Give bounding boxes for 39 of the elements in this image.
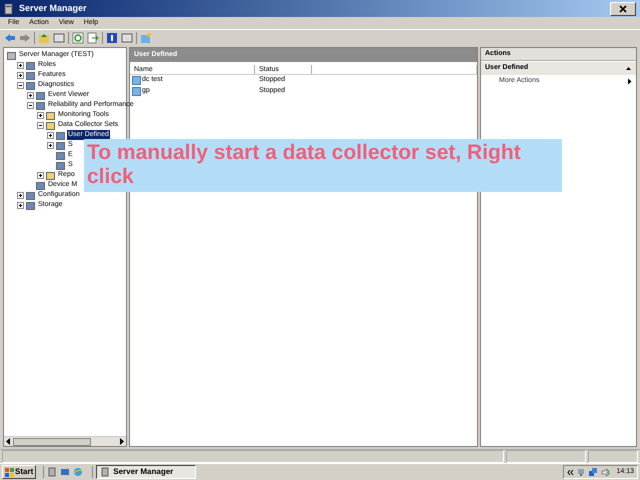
item-icon	[7, 50, 16, 60]
folder-up-icon[interactable]	[38, 32, 50, 44]
collapse-icon[interactable]	[17, 82, 24, 88]
speaker-icon[interactable]	[601, 468, 610, 476]
server-icon	[4, 2, 15, 14]
tooltip-text: To manually start a data collector set, Right click	[87, 141, 522, 189]
console-icon[interactable]	[121, 32, 133, 44]
chevron-left-icon[interactable]	[567, 468, 574, 476]
console-icon[interactable]	[53, 32, 65, 44]
back-arrow-icon[interactable]	[4, 32, 16, 44]
close-icon	[619, 4, 627, 12]
horizontal-scrollbar[interactable]	[4, 436, 126, 446]
collapse-icon[interactable]	[37, 122, 44, 128]
left-arrow-icon[interactable]	[4, 437, 13, 446]
expand-icon[interactable]	[37, 172, 44, 178]
server-icon[interactable]	[47, 467, 58, 477]
start-button[interactable]: Start	[2, 465, 36, 479]
expand-icon[interactable]	[47, 142, 54, 148]
expand-icon[interactable]	[17, 202, 24, 208]
expand-icon[interactable]	[17, 72, 24, 78]
expand-icon[interactable]	[37, 112, 44, 118]
windows-flag-icon	[5, 468, 14, 476]
help-icon[interactable]	[106, 32, 118, 44]
scroll-thumb[interactable]	[13, 438, 91, 446]
monitor-icon[interactable]	[60, 467, 70, 477]
expand-icon[interactable]	[27, 92, 34, 98]
submenu-arrow-icon[interactable]	[627, 78, 632, 84]
collapse-arrow-icon[interactable]	[625, 66, 632, 71]
taskbar-button[interactable]: Server Manager	[96, 465, 196, 479]
window-title: Server Manager	[19, 2, 88, 15]
expand-icon[interactable]	[17, 62, 24, 68]
server-icon	[100, 467, 110, 477]
collapse-icon[interactable]	[27, 102, 34, 108]
refresh-icon[interactable]	[72, 32, 84, 44]
export-icon[interactable]	[87, 32, 99, 44]
right-arrow-icon[interactable]	[117, 437, 126, 446]
expand-icon[interactable]	[17, 192, 24, 198]
close-button[interactable]	[610, 2, 636, 16]
expand-icon[interactable]	[47, 132, 54, 138]
